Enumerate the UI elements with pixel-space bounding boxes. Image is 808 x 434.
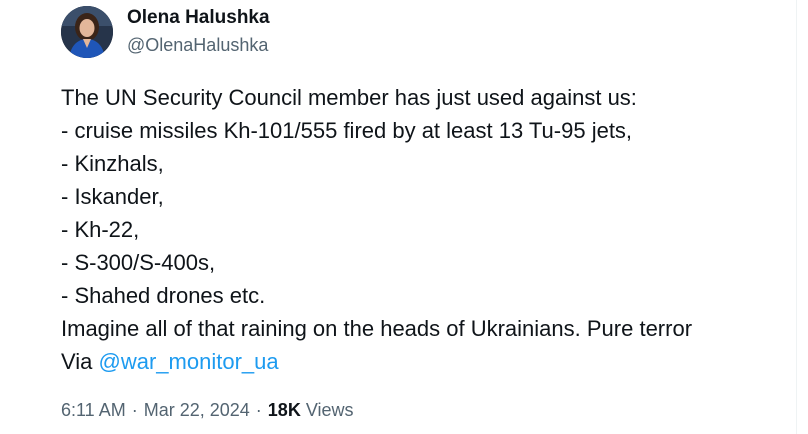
meta-separator: · — [255, 400, 262, 420]
tweet-meta: 6:11 AM · Mar 22, 2024 · 18K Views — [61, 400, 354, 421]
mention-link[interactable]: @war_monitor_ua — [99, 349, 279, 374]
tweet-line: The UN Security Council member has just … — [61, 85, 637, 110]
author-display-name[interactable]: Olena Halushka — [127, 7, 270, 29]
tweet-body: The UN Security Council member has just … — [61, 81, 791, 378]
tweet-card: Olena Halushka @OlenaHalushka The UN Sec… — [0, 0, 796, 434]
profile-photo-icon — [61, 6, 113, 58]
views-stat[interactable]: 18K Views — [268, 400, 354, 420]
tweet-date[interactable]: Mar 22, 2024 — [144, 400, 250, 420]
tweet-line: - Kh-22, — [61, 217, 140, 242]
tweet-line: - Kinzhals, — [61, 151, 164, 176]
tweet-line: - Shahed drones etc. — [61, 283, 266, 308]
tweet-time[interactable]: 6:11 AM — [61, 400, 126, 420]
views-label: Views — [305, 400, 354, 420]
author-handle[interactable]: @OlenaHalushka — [127, 35, 268, 56]
tweet-line: - Iskander, — [61, 184, 164, 209]
tweet-line: - S-300/S-400s, — [61, 250, 216, 275]
meta-separator: · — [131, 400, 138, 420]
author-avatar[interactable] — [61, 6, 113, 58]
tweet-line: Imagine all of that raining on the heads… — [61, 316, 693, 341]
tweet-line: - cruise missiles Kh-101/555 fired by at… — [61, 118, 633, 143]
views-count: 18K — [267, 400, 301, 420]
tweet-via-line: Via @war_monitor_ua — [61, 345, 791, 378]
via-prefix: Via — [61, 349, 99, 374]
column-divider — [796, 0, 797, 434]
